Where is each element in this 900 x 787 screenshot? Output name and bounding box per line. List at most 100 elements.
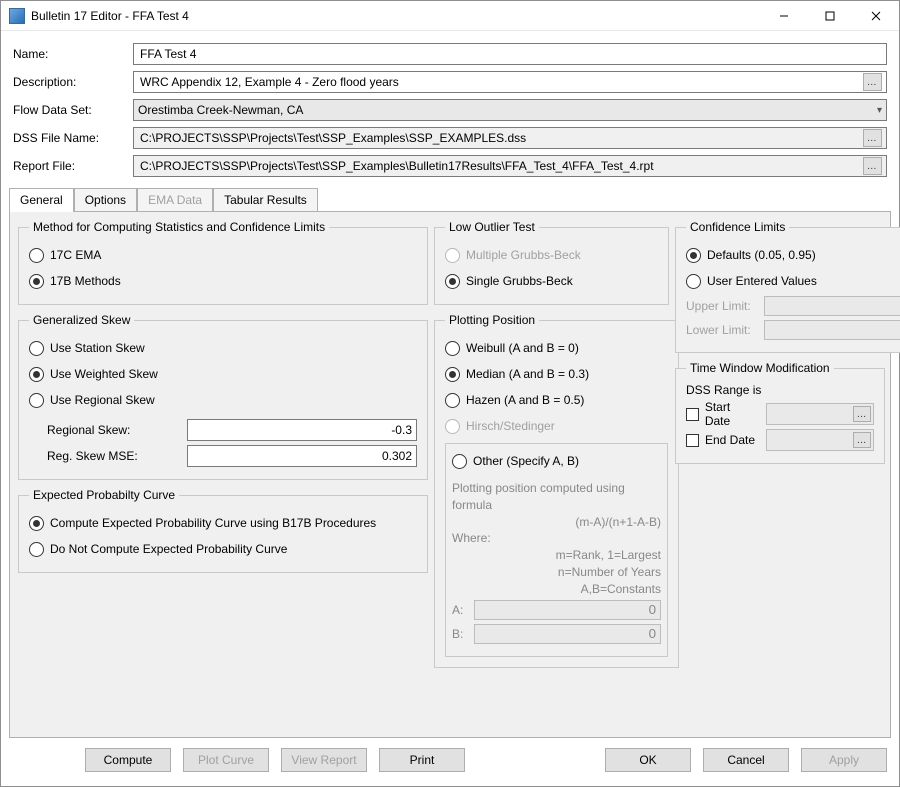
tab-tabular-results[interactable]: Tabular Results [213, 188, 318, 212]
footer: Compute Plot Curve View Report Print OK … [1, 738, 899, 786]
confidence-limits-group: Confidence Limits Defaults (0.05, 0.95) … [675, 220, 900, 353]
radio-icon [445, 367, 460, 382]
tab-panel-general: Method for Computing Statistics and Conf… [9, 211, 891, 738]
outlier-group: Low Outlier Test Multiple Grubbs-Beck Si… [434, 220, 669, 305]
radio-conf-user[interactable]: User Entered Values [686, 268, 900, 294]
description-input-wrap: … [133, 71, 887, 93]
report-file-label: Report File: [13, 159, 133, 173]
radio-icon [29, 274, 44, 289]
dss-file-label: DSS File Name: [13, 131, 133, 145]
checkbox-icon [686, 434, 699, 447]
plotting-position-group: Plotting Position Weibull (A and B = 0) … [434, 313, 679, 668]
radio-no-epc[interactable]: Do Not Compute Expected Probability Curv… [29, 536, 417, 562]
radio-icon [686, 248, 701, 263]
start-date-checkbox[interactable]: Start Date [686, 400, 758, 428]
tab-options[interactable]: Options [74, 188, 137, 212]
description-more-button[interactable]: … [863, 73, 882, 91]
pp-b-label: B: [452, 627, 468, 641]
plot-curve-button: Plot Curve [183, 748, 269, 772]
radio-other-ab[interactable]: Other (Specify A, B) [452, 448, 661, 474]
radio-17b-methods[interactable]: 17B Methods [29, 268, 417, 294]
name-label: Name: [13, 47, 133, 61]
radio-multiple-grubbs-beck: Multiple Grubbs-Beck [445, 242, 658, 268]
dss-file-wrap: … [133, 127, 887, 149]
radio-icon [29, 248, 44, 263]
report-file-browse-button[interactable]: … [863, 157, 882, 175]
radio-icon [29, 516, 44, 531]
outlier-legend: Low Outlier Test [445, 220, 539, 234]
radio-regional-skew[interactable]: Use Regional Skew [29, 387, 417, 413]
tab-general[interactable]: General [9, 188, 74, 212]
skew-legend: Generalized Skew [29, 313, 134, 327]
start-date-field: … [766, 403, 874, 425]
close-button[interactable] [853, 1, 899, 30]
lower-limit-input [764, 320, 900, 340]
start-date-picker-button[interactable]: … [853, 406, 871, 422]
dss-range-label: DSS Range is [686, 383, 874, 397]
radio-conf-defaults[interactable]: Defaults (0.05, 0.95) [686, 242, 900, 268]
reg-skew-mse-input[interactable] [187, 445, 417, 467]
pp-formula-text: Plotting position computed using formula… [452, 480, 661, 598]
flowdataset-combo[interactable]: Orestimba Creek-Newman, CA ▾ [133, 99, 887, 121]
method-group: Method for Computing Statistics and Conf… [18, 220, 428, 305]
radio-icon [445, 274, 460, 289]
upper-limit-input [764, 296, 900, 316]
radio-station-skew[interactable]: Use Station Skew [29, 335, 417, 361]
lower-limit-label: Lower Limit: [686, 323, 758, 337]
flowdataset-label: Flow Data Set: [13, 103, 133, 117]
name-input[interactable] [138, 44, 882, 64]
titlebar: Bulletin 17 Editor - FFA Test 4 [1, 1, 899, 31]
radio-17c-ema[interactable]: 17C EMA [29, 242, 417, 268]
pp-legend: Plotting Position [445, 313, 539, 327]
end-date-picker-button[interactable]: … [853, 432, 871, 448]
ok-button[interactable]: OK [605, 748, 691, 772]
tab-ema-data: EMA Data [137, 188, 213, 212]
radio-icon [452, 454, 467, 469]
radio-icon [29, 393, 44, 408]
report-file-wrap: … [133, 155, 887, 177]
description-input[interactable] [138, 72, 859, 92]
radio-compute-epc[interactable]: Compute Expected Probability Curve using… [29, 510, 417, 536]
regional-skew-input[interactable] [187, 419, 417, 441]
skew-group: Generalized Skew Use Station Skew Use We… [18, 313, 428, 480]
cancel-button[interactable]: Cancel [703, 748, 789, 772]
left-column: Method for Computing Statistics and Conf… [18, 220, 428, 729]
radio-icon [445, 341, 460, 356]
header-form: Name: Description: … Flow Data Set: Ores… [1, 31, 899, 181]
radio-icon [445, 248, 460, 263]
time-window-group: Time Window Modification DSS Range is St… [675, 361, 885, 464]
dss-file-input[interactable] [138, 128, 859, 148]
radio-icon [445, 393, 460, 408]
view-report-button: View Report [281, 748, 367, 772]
conf-legend: Confidence Limits [686, 220, 789, 234]
regional-skew-label: Regional Skew: [47, 423, 177, 437]
report-file-input[interactable] [138, 156, 859, 176]
radio-icon [29, 367, 44, 382]
radio-weighted-skew[interactable]: Use Weighted Skew [29, 361, 417, 387]
radio-icon [29, 341, 44, 356]
radio-icon [686, 274, 701, 289]
tab-strip: General Options EMA Data Tabular Results [1, 187, 899, 211]
method-legend: Method for Computing Statistics and Conf… [29, 220, 329, 234]
minimize-button[interactable] [761, 1, 807, 30]
chevron-down-icon: ▾ [877, 105, 882, 116]
compute-button[interactable]: Compute [85, 748, 171, 772]
checkbox-icon [686, 408, 699, 421]
epc-legend: Expected Probabilty Curve [29, 488, 179, 502]
flowdataset-value: Orestimba Creek-Newman, CA [138, 103, 303, 117]
radio-median[interactable]: Median (A and B = 0.3) [445, 361, 668, 387]
radio-hazen[interactable]: Hazen (A and B = 0.5) [445, 387, 668, 413]
radio-icon [29, 542, 44, 557]
pp-a-label: A: [452, 603, 468, 617]
radio-icon [445, 419, 460, 434]
radio-single-grubbs-beck[interactable]: Single Grubbs-Beck [445, 268, 658, 294]
print-button[interactable]: Print [379, 748, 465, 772]
radio-weibull[interactable]: Weibull (A and B = 0) [445, 335, 668, 361]
end-date-checkbox[interactable]: End Date [686, 433, 758, 447]
dss-file-browse-button[interactable]: … [863, 129, 882, 147]
window: Bulletin 17 Editor - FFA Test 4 Name: De… [0, 0, 900, 787]
description-label: Description: [13, 75, 133, 89]
end-date-field: … [766, 429, 874, 451]
maximize-button[interactable] [807, 1, 853, 30]
pp-a-input [474, 600, 661, 620]
